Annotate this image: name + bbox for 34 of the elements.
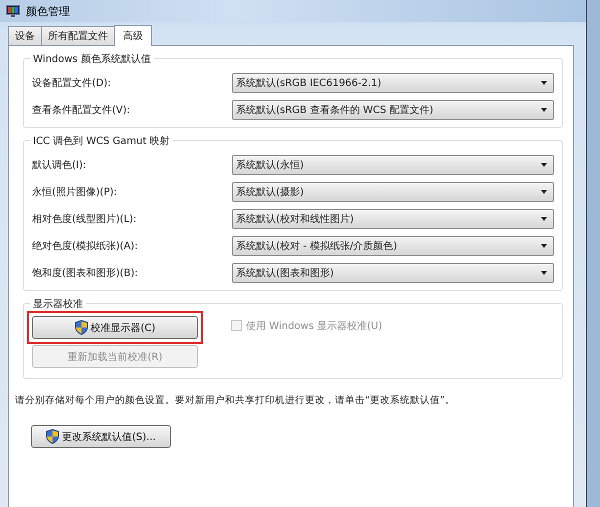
- caret-icon: [541, 80, 547, 84]
- caret-icon: [541, 216, 547, 220]
- caret-icon: [541, 270, 547, 274]
- dropdown[interactable]: 系统默认(校对 - 模拟纸张/介质颜色): [232, 236, 554, 256]
- group-title: Windows 颜色系统默认值: [30, 52, 154, 66]
- dropdown[interactable]: 系统默认(图表和图形): [232, 262, 554, 282]
- info-text: 请分别存储对每个用户的颜色设置。要对新用户和共享打印机进行更改，请单击“更改系统默认值”。: [15, 394, 456, 407]
- caret-icon: [541, 162, 547, 166]
- dropdown[interactable]: 系统默认(永恒): [232, 154, 554, 174]
- field-label: 相对色度(线型图片)(L):: [32, 212, 137, 226]
- group-title: 显示器校准: [30, 297, 86, 311]
- tab[interactable]: 高级: [114, 25, 152, 46]
- dropdown[interactable]: 系统默认(校对和线性图片): [232, 208, 554, 228]
- field-label: 永恒(照片图像)(P):: [32, 186, 118, 198]
- caret-icon: [541, 244, 547, 248]
- dropdown[interactable]: 系统默认(摄影): [232, 182, 554, 202]
- tab[interactable]: 设备: [8, 26, 42, 45]
- tab[interactable]: 所有配置文件: [41, 26, 115, 45]
- field-label: 饱和度(图表和图形)(B):: [32, 266, 138, 280]
- dropdown[interactable]: 系统默认(sRGB IEC61966-2.1): [232, 72, 554, 92]
- field-label: 绝对色度(模拟纸张)(A):: [32, 240, 138, 252]
- shield-icon: [46, 429, 60, 444]
- monitor-icon: [6, 5, 20, 17]
- calibrate-button[interactable]: 校准显示器(C): [32, 316, 198, 339]
- field-label: 设备配置文件(D):: [32, 76, 111, 90]
- window-title: 颜色管理: [26, 4, 70, 18]
- field-label: 默认调色(I):: [32, 158, 86, 172]
- group-title: ICC 调色到 WCS Gamut 映射: [30, 134, 173, 148]
- field-label: 查看条件配置文件(V):: [32, 104, 130, 116]
- caret-icon: [541, 108, 547, 112]
- shield-icon: [74, 320, 88, 335]
- caret-icon: [541, 190, 547, 194]
- change-defaults-button[interactable]: 更改系统默认值(S)...: [31, 425, 171, 448]
- dropdown[interactable]: 系统默认(sRGB 查看条件的 WCS 配置文件): [232, 100, 554, 120]
